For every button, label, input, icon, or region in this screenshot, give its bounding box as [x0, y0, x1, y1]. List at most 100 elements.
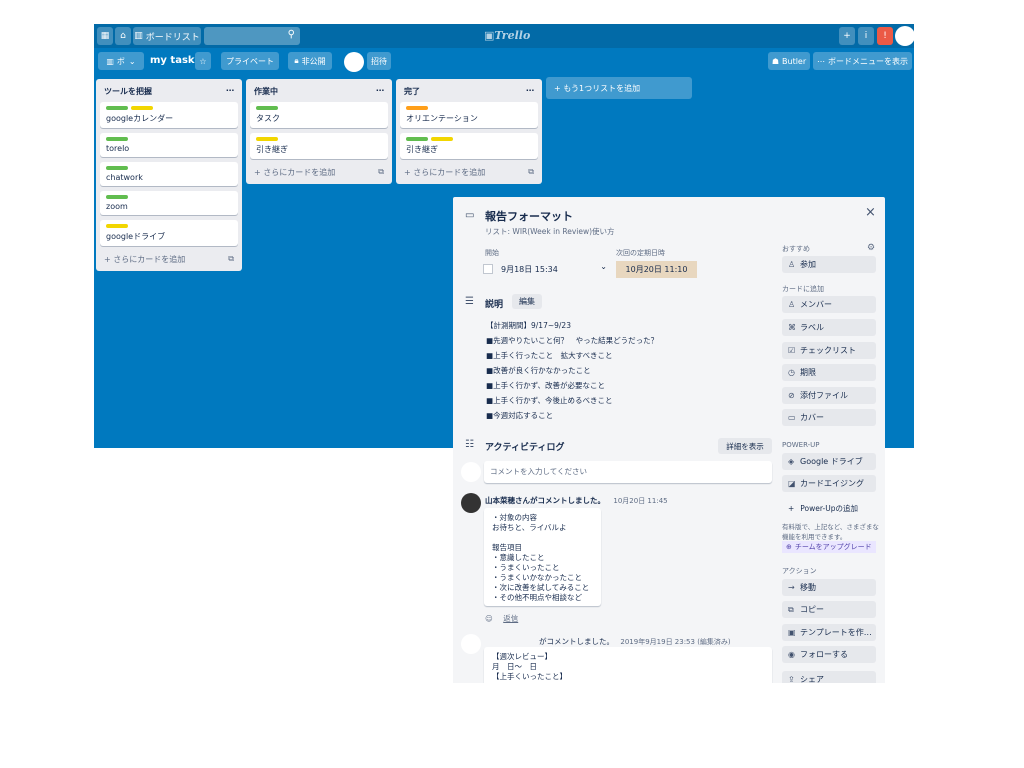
board-title[interactable]: my task — [150, 55, 195, 66]
list-title[interactable]: 作業中 — [254, 86, 278, 97]
dates-button[interactable]: ◷ 期限 — [782, 364, 876, 381]
card-label[interactable] — [106, 166, 128, 170]
card-label[interactable] — [106, 224, 128, 228]
add-to-card-label: カードに追加 — [782, 285, 824, 293]
list-title[interactable]: 完了 — [404, 86, 420, 97]
card-label[interactable] — [106, 195, 128, 199]
start-date-checkbox[interactable] — [483, 264, 493, 274]
template-icon[interactable]: ⧉ — [378, 167, 384, 178]
card-label[interactable] — [256, 137, 278, 141]
card-aging-label: カードエイジング — [800, 479, 864, 488]
show-details-button[interactable]: 詳細を表示 — [718, 438, 772, 454]
card[interactable]: chatwork — [100, 162, 238, 186]
template-icon[interactable]: ⧉ — [228, 254, 234, 265]
follow-button[interactable]: ◉ フォローする — [782, 646, 876, 663]
upgrade-team-button[interactable]: ⊕ チームをアップグレード — [782, 541, 876, 553]
card-label[interactable] — [406, 106, 428, 110]
card-label[interactable] — [131, 106, 153, 110]
boards-button[interactable]: ▥ ボードリスト — [133, 27, 201, 45]
list-title[interactable]: ツールを把握 — [104, 86, 152, 97]
list-header[interactable]: 作業中 ⋯ — [250, 83, 388, 102]
card[interactable]: zoom — [100, 191, 238, 215]
comment-author-text: 山本菜穂さんがコメントしました。 — [485, 496, 605, 505]
members-button[interactable]: ♙ メンバー — [782, 296, 876, 313]
card-label[interactable] — [256, 106, 278, 110]
private-button[interactable]: 🔒︎ 非公開 — [288, 52, 332, 70]
list-menu-icon[interactable]: ⋯ — [376, 86, 384, 97]
description-line: ■改善が良く行かなかったこと — [486, 366, 591, 375]
attachment-button[interactable]: ⊘ 添付ファイル — [782, 387, 876, 404]
copy-button[interactable]: ⧉ コピー — [782, 601, 876, 618]
emoji-icon[interactable]: ☺ — [485, 614, 493, 623]
add-card-button[interactable]: + さらにカードを追加 ⧉ — [100, 251, 238, 268]
private-label: 非公開 — [301, 56, 326, 66]
start-date-field[interactable]: 9月18日 15:34 ⌄ — [483, 261, 607, 277]
arrow-right-icon: → — [788, 583, 795, 592]
add-powerup-link[interactable]: + Power-Upの追加 — [788, 503, 858, 514]
card[interactable]: 引き継ぎ — [400, 133, 538, 159]
card[interactable]: torelo — [100, 133, 238, 157]
share-button[interactable]: ⇪ シェア — [782, 671, 876, 683]
join-button[interactable]: ♙ 参加 — [782, 256, 876, 273]
visibility-button[interactable]: プライベート — [221, 52, 279, 70]
cover-button[interactable]: ▭ カバー — [782, 409, 876, 426]
card[interactable]: googleカレンダー — [100, 102, 238, 128]
google-drive-button[interactable]: ◈ Google ドライブ — [782, 453, 876, 470]
close-icon[interactable]: × — [865, 205, 876, 220]
due-date-badge[interactable]: 10月20日 11:10 — [616, 261, 697, 278]
butler-button[interactable]: ☗ Butler — [768, 52, 810, 70]
reply-link[interactable]: 返信 — [503, 614, 518, 623]
labels-button[interactable]: ⌘ ラベル — [782, 319, 876, 336]
card-label[interactable] — [431, 137, 453, 141]
star-button[interactable]: ☆ — [195, 52, 211, 70]
add-card-button[interactable]: + さらにカードを追加 ⧉ — [400, 164, 538, 181]
info-button[interactable]: i — [858, 27, 874, 45]
template-icon[interactable]: ⧉ — [528, 167, 534, 178]
invite-button[interactable]: 招待 — [367, 52, 391, 70]
card-label[interactable] — [106, 137, 128, 141]
card-label[interactable] — [406, 137, 428, 141]
upgrade-note-line: 機能を利用できます。 — [782, 533, 847, 541]
card-list-ref[interactable]: リスト: WIR(Week in Review)使い方 — [485, 226, 615, 237]
user-avatar[interactable] — [895, 26, 915, 46]
list-header[interactable]: 完了 ⋯ — [400, 83, 538, 102]
card[interactable]: googleドライブ — [100, 220, 238, 246]
card[interactable]: オリエンテーション — [400, 102, 538, 128]
edit-description-button[interactable]: 編集 — [512, 294, 542, 309]
show-menu-button[interactable]: ⋯ ボードメニューを表示 — [813, 52, 912, 70]
card-label[interactable] — [106, 106, 128, 110]
eye-icon: ◉ — [788, 650, 795, 659]
comment-timestamp[interactable]: 10月20日 11:45 — [613, 497, 667, 505]
list-header[interactable]: ツールを把握 ⋯ — [100, 83, 238, 102]
list-menu-icon[interactable]: ⋯ — [526, 86, 534, 97]
comment-timestamp[interactable]: 2019年9月19日 23:53 (編集済み) — [620, 638, 730, 646]
gear-icon[interactable]: ⚙ — [867, 243, 875, 253]
commenter-avatar[interactable] — [461, 493, 481, 513]
star-icon: ☆ — [199, 56, 207, 66]
board-menu-button[interactable]: ▥ ボ ⌄ — [98, 52, 144, 70]
move-button[interactable]: → 移動 — [782, 579, 876, 596]
apps-grid-icon[interactable]: ▦ — [97, 27, 113, 45]
card-title: 引き継ぎ — [256, 145, 288, 154]
start-date-value: 9月18日 15:34 — [501, 264, 558, 274]
card[interactable]: 引き継ぎ — [250, 133, 388, 159]
notifications-button[interactable]: ! — [877, 27, 893, 45]
add-card-button[interactable]: + さらにカードを追加 ⧉ — [250, 164, 388, 181]
comment-line: ・対象の内容 — [492, 513, 537, 522]
description-line: 【計測期間】9/17~9/23 — [486, 321, 571, 330]
card[interactable]: タスク — [250, 102, 388, 128]
create-button[interactable]: + — [839, 27, 855, 45]
trello-logo[interactable]: ▣Trello — [484, 29, 530, 42]
comment-input[interactable]: コメントを入力してください — [484, 461, 772, 483]
search-input[interactable]: ⚲ — [204, 27, 300, 45]
home-button[interactable]: ⌂ — [115, 27, 131, 45]
card-title[interactable]: 報告フォーマット — [485, 208, 573, 224]
card-aging-button[interactable]: ◪ カードエイジング — [782, 475, 876, 492]
make-template-button[interactable]: ▣ テンプレートを作… — [782, 624, 876, 641]
checklist-button[interactable]: ☑ チェックリスト — [782, 342, 876, 359]
commenter-avatar[interactable] — [461, 634, 481, 654]
member-avatar[interactable] — [344, 52, 364, 72]
description-line: ■上手く行かず、今後止めるべきこと — [486, 396, 613, 405]
list-menu-icon[interactable]: ⋯ — [226, 86, 234, 97]
add-list-button[interactable]: + もう1つリストを追加 — [546, 77, 692, 99]
